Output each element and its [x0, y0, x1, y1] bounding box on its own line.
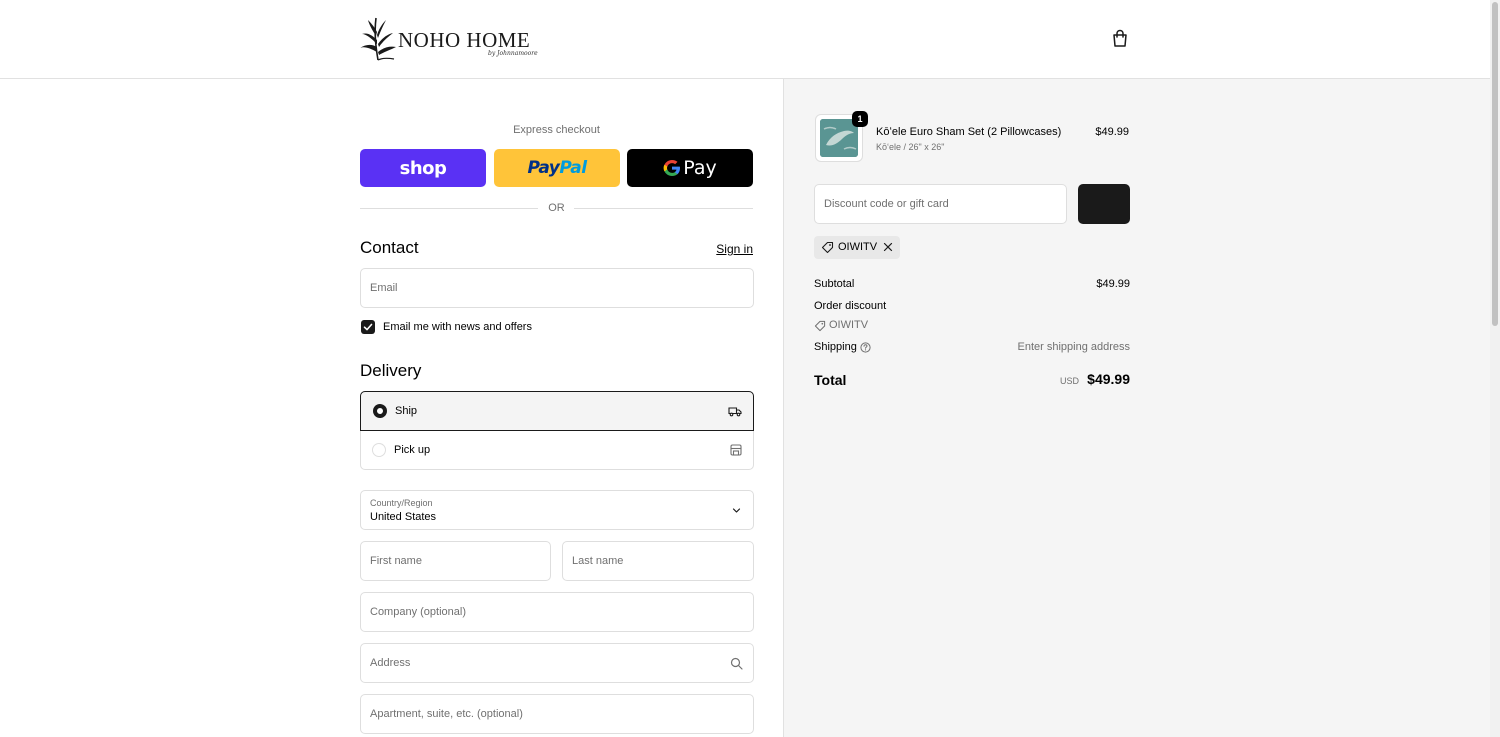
quantity-badge: 1: [852, 111, 868, 127]
last-name-placeholder: Last name: [572, 555, 624, 567]
subtotal-value: $49.99: [1096, 278, 1130, 290]
paypal-logo-part-2: Pal: [559, 158, 587, 178]
last-name-field[interactable]: Last name: [562, 541, 754, 581]
currency-code: USD: [1059, 376, 1079, 386]
product-title: Kōʻele Euro Sham Set (2 Pillowcases): [876, 126, 1062, 138]
order-discount-label: Order discount: [814, 300, 887, 312]
delivery-heading: Delivery: [360, 361, 422, 380]
paypal-logo: PayPal: [527, 158, 587, 178]
address-placeholder: Address: [370, 657, 411, 669]
pickup-radio[interactable]: [372, 443, 386, 457]
palm-leaf-icon: [360, 17, 396, 61]
logo-signature: by Johnnamoore: [488, 50, 538, 57]
applied-code-text: OIWITV: [838, 241, 878, 253]
shop-pay-logo: shop: [399, 157, 447, 179]
scrollbar-thumb[interactable]: [1492, 2, 1498, 326]
express-checkout-label: Express checkout: [513, 124, 600, 136]
google-pay-word: Pay: [683, 157, 717, 179]
or-divider: OR: [360, 201, 753, 215]
contact-heading: Contact: [360, 238, 419, 257]
google-pay-logo: Pay: [663, 157, 717, 179]
applied-discount-chip: OIWITV: [814, 236, 900, 259]
truck-icon: [728, 407, 742, 417]
header: NOHO HOME by Johnnamoore: [0, 0, 1490, 79]
shopping-bag-icon[interactable]: [1110, 28, 1130, 48]
google-pay-button[interactable]: Pay: [627, 149, 753, 187]
remove-discount-icon[interactable]: [882, 241, 894, 253]
apartment-placeholder: Apartment, suite, etc. (optional): [370, 708, 523, 720]
apartment-field[interactable]: Apartment, suite, etc. (optional): [360, 694, 754, 734]
country-select[interactable]: Country/Region United States: [360, 490, 754, 530]
sign-in-link[interactable]: Sign in: [700, 242, 753, 256]
first-name-placeholder: First name: [370, 555, 422, 567]
discount-placeholder: Discount code or gift card: [824, 198, 949, 210]
discount-tag-icon: [814, 320, 826, 332]
discount-code-input[interactable]: Discount code or gift card: [814, 184, 1067, 224]
shipping-value: Enter shipping address: [1017, 341, 1130, 353]
checkmark-icon: [363, 323, 373, 331]
delivery-option-ship[interactable]: Ship: [360, 391, 754, 431]
google-g-icon: [663, 160, 681, 176]
shop-pay-button[interactable]: shop: [360, 149, 486, 187]
total-label: Total: [814, 372, 847, 388]
or-text: OR: [548, 202, 565, 214]
country-value: United States: [370, 511, 437, 523]
store-icon: [730, 444, 742, 456]
apply-discount-button[interactable]: [1078, 184, 1130, 224]
order-summary-panel: [783, 79, 1490, 737]
country-label: Country/Region: [370, 498, 433, 508]
email-field[interactable]: Email: [360, 268, 754, 308]
email-placeholder: Email: [370, 282, 398, 294]
shipping-label: Shipping: [814, 341, 857, 353]
company-field[interactable]: Company (optional): [360, 592, 754, 632]
ship-label: Ship: [395, 405, 418, 417]
newsletter-checkbox[interactable]: [361, 320, 375, 334]
help-circle-icon[interactable]: [860, 342, 871, 353]
noho-home-logo[interactable]: NOHO HOME by Johnnamoore: [360, 14, 538, 64]
search-icon: [730, 657, 743, 670]
address-field[interactable]: Address: [360, 643, 754, 683]
paypal-logo-part-1: Pay: [527, 158, 560, 178]
tag-icon: [821, 241, 834, 254]
order-discount-code: OIWITV: [829, 319, 869, 331]
product-variant: Kōʻele / 26" x 26": [876, 142, 945, 152]
first-name-field[interactable]: First name: [360, 541, 551, 581]
newsletter-label[interactable]: Email me with news and offers: [383, 321, 532, 333]
company-placeholder: Company (optional): [370, 606, 466, 618]
pickup-label: Pick up: [394, 444, 431, 456]
total-value: $49.99: [1087, 371, 1130, 387]
chevron-down-icon: [732, 508, 741, 513]
ship-radio[interactable]: [373, 404, 387, 418]
subtotal-label: Subtotal: [814, 278, 855, 290]
product-price: $49.99: [1095, 126, 1129, 138]
delivery-option-pickup[interactable]: Pick up: [360, 431, 754, 470]
paypal-button[interactable]: PayPal: [494, 149, 620, 187]
